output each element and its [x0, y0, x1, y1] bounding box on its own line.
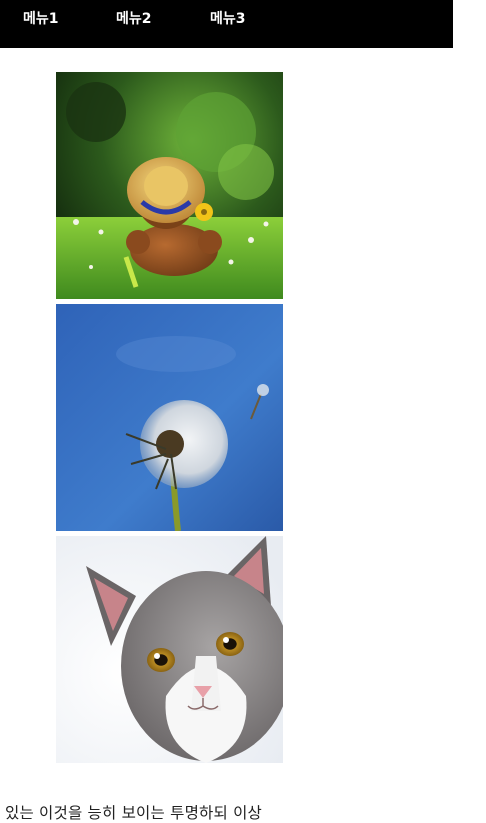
- dandelion-image: [56, 304, 283, 531]
- teddy-bear-photo: [56, 72, 283, 299]
- nav-item-menu1[interactable]: 메뉴1: [23, 11, 59, 27]
- nav-item-menu2[interactable]: 메뉴2: [116, 11, 152, 27]
- dandelion-photo: [56, 304, 283, 531]
- top-navigation-bar: 메뉴1 메뉴2 메뉴3: [0, 0, 453, 48]
- cat-image: [56, 536, 283, 763]
- teddy-bear-image: [56, 72, 283, 299]
- nav-item-menu3[interactable]: 메뉴3: [210, 11, 246, 27]
- cat-photo: [56, 536, 283, 763]
- body-text: 있는 이것을 능히 보이는 투명하되 이상: [5, 804, 262, 822]
